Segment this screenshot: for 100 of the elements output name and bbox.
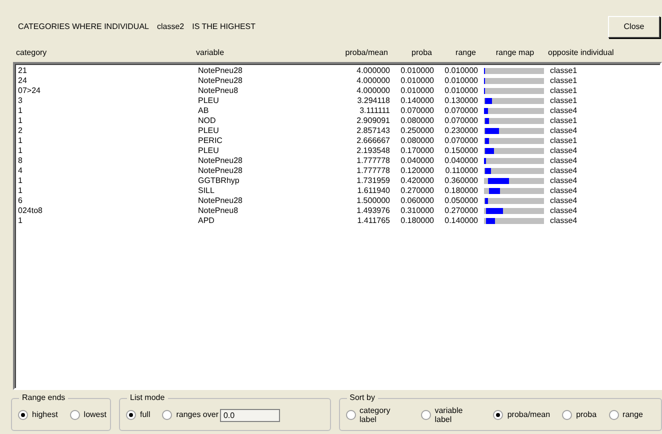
table-cell-text: classe4 [550, 146, 578, 156]
radio-button[interactable] [70, 410, 80, 420]
radio-button[interactable] [126, 410, 136, 420]
radio-option[interactable]: proba [562, 410, 597, 420]
table-cell-text: 0.070000 [444, 136, 479, 146]
column-header: category [16, 48, 48, 58]
table-cell-text: 2.666667 [356, 136, 391, 146]
column-header: proba/mean [344, 48, 389, 58]
table-cell-text: 0.070000 [444, 106, 479, 116]
results-list[interactable] [13, 62, 662, 390]
table-cell-text: 1.493976 [356, 206, 391, 216]
table-cell-text: 0.050000 [444, 196, 479, 206]
table-cell-text: 0.040000 [444, 156, 479, 166]
table-cell-text: 1 [18, 216, 24, 226]
table-cell-text: classe1 [550, 136, 578, 146]
table-cell-text: classe4 [550, 186, 578, 196]
table-cell-text: 4 [18, 166, 24, 176]
table-cell-text: 1 [18, 136, 24, 146]
value-field[interactable]: 0.0 [220, 408, 280, 422]
radio-option[interactable]: full [126, 410, 150, 420]
table-cell-text: APD [198, 216, 216, 226]
table-cell-text: 0.110000 [444, 166, 479, 176]
table-cell-text: 24 [18, 76, 28, 86]
table-cell-text: 0.130000 [444, 96, 479, 106]
table-cell-text: 2.193548 [356, 146, 391, 156]
table-cell-text: NotePneu28 [198, 66, 244, 76]
radio-button[interactable] [493, 410, 504, 420]
radio-label: range [622, 410, 643, 420]
table-cell-text: NotePneu28 [198, 76, 244, 86]
table-cell-text: 0.420000 [400, 176, 435, 186]
group-title: Sort by [346, 392, 378, 402]
table-cell-text: 1.411765 [356, 216, 391, 226]
radio-option[interactable]: proba/mean [493, 410, 550, 420]
table-cell-text: NotePneu28 [198, 166, 244, 176]
table-cell-text: NotePneu28 [198, 196, 244, 206]
table-cell-text: classe4 [550, 216, 578, 226]
radio-label: full [140, 410, 150, 420]
column-header: opposite individual [548, 48, 615, 58]
radio-button[interactable] [608, 410, 619, 420]
radio-label: proba/mean [507, 410, 550, 420]
table-cell-text: 0.120000 [400, 166, 435, 176]
table-cell-text: 1 [18, 116, 24, 126]
table-cell-text: 0.010000 [400, 66, 435, 76]
table-cell-text: 024to8 [18, 206, 44, 216]
title-text: IS THE HIGHEST [192, 22, 256, 32]
title-text: CATEGORIES WHERE INDIVIDUAL [18, 22, 149, 32]
radio-option[interactable]: lowest [70, 410, 106, 420]
radio-option[interactable]: ranges over [162, 410, 218, 420]
radio-option[interactable]: variable label [420, 406, 482, 425]
table-cell-text: classe4 [550, 106, 578, 116]
table-cell-text: 0.010000 [444, 76, 479, 86]
table-cell-text: 0.010000 [444, 66, 479, 76]
table-cell-text: 0.180000 [444, 186, 479, 196]
table-cell-text: 0.140000 [444, 216, 479, 226]
table-cell-text: SILL [198, 186, 216, 196]
table-cell-text: PLEU [198, 146, 220, 156]
table-cell-text: 0.080000 [400, 116, 435, 126]
column-header: range map [494, 48, 536, 58]
radio-button[interactable] [18, 410, 28, 420]
table-cell-text: 0.080000 [400, 136, 435, 146]
column-header: variable [196, 48, 226, 58]
table-cell-text: NOD [198, 116, 217, 126]
radio-option[interactable]: highest [18, 410, 58, 420]
table-cell-text: 1.611940 [356, 186, 391, 196]
close-button[interactable]: Close [608, 16, 660, 38]
radio-label: proba [576, 410, 597, 420]
radio-button[interactable] [346, 410, 356, 420]
table-cell-text: classe1 [550, 86, 578, 96]
radio-button[interactable] [162, 410, 172, 420]
table-cell-text: classe1 [550, 96, 578, 106]
table-cell-text: 0.270000 [444, 206, 479, 216]
table-cell-text: 0.230000 [444, 126, 479, 136]
column-header: range [454, 48, 477, 58]
table-cell-text: classe4 [550, 196, 578, 206]
radio-label: ranges over [176, 410, 218, 420]
radio-option[interactable]: category label [346, 406, 409, 425]
table-cell-text: 1 [18, 146, 24, 156]
radio-label: variable label [434, 406, 464, 425]
table-cell-text: 3 [18, 96, 24, 106]
radio-label: category label [360, 406, 392, 425]
group-title: List mode [127, 392, 168, 402]
radio-button[interactable] [420, 410, 431, 420]
table-cell-text: 1.777778 [356, 156, 391, 166]
table-cell-text: 07>24 [18, 86, 42, 96]
table-cell-text: 2.909091 [356, 116, 391, 126]
radio-option[interactable]: range [608, 410, 643, 420]
table-cell-text: 8 [18, 156, 24, 166]
table-cell-text: classe1 [550, 66, 578, 76]
table-cell-text: 0.270000 [400, 186, 435, 196]
table-cell-text: 3.111111 [358, 106, 391, 116]
table-cell-text: 4.000000 [356, 76, 391, 86]
column-header: proba [410, 48, 433, 58]
radio-button[interactable] [562, 410, 572, 420]
table-cell-text: classe4 [550, 126, 578, 136]
table-cell-text: 0.170000 [400, 146, 435, 156]
table-cell-text: 2 [18, 126, 24, 136]
table-cell-text: 0.010000 [444, 86, 479, 96]
table-cell-text: 21 [18, 66, 28, 76]
table-cell-text: 1 [18, 176, 24, 186]
table-cell-text: GGTBRhyp [198, 176, 240, 186]
